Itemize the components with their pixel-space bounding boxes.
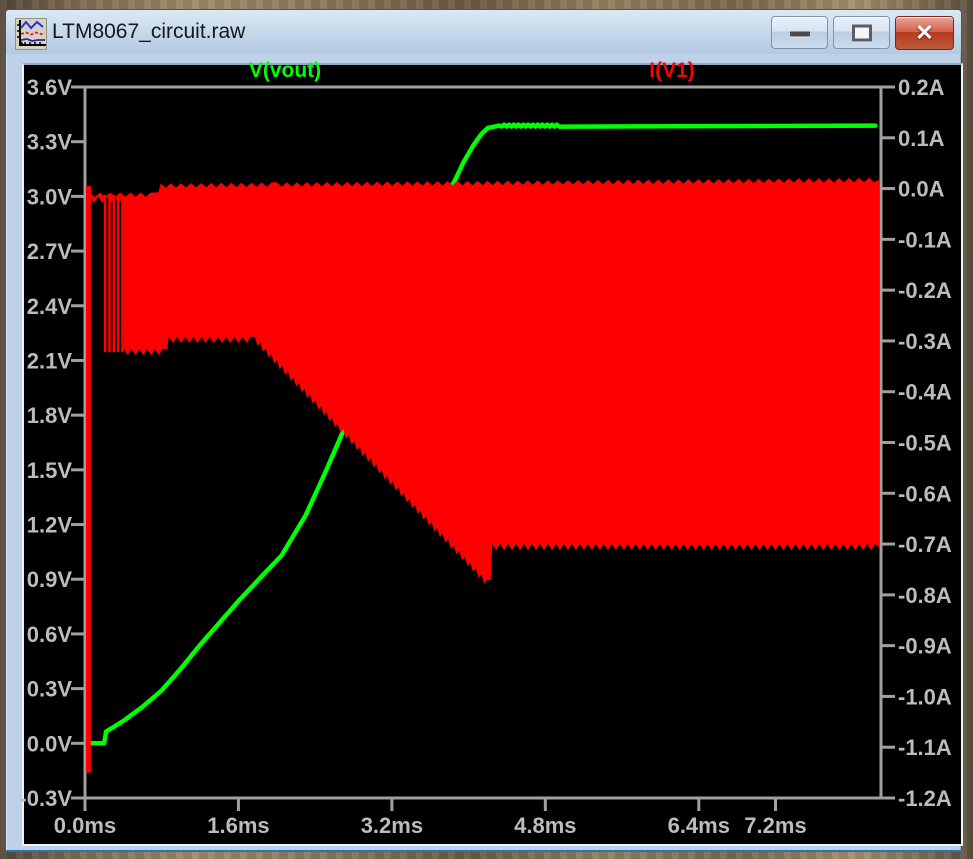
y-left-tick-label[interactable]: 2.7V	[27, 239, 73, 264]
y-right-tick-label[interactable]: -0.3A	[898, 329, 952, 354]
y-right-tick-label[interactable]: 0.1A	[898, 126, 945, 151]
y-left-tick-label[interactable]: 0.9V	[27, 567, 73, 592]
y-right-tick-label[interactable]: -0.9A	[898, 634, 952, 659]
title-bar[interactable]: LTM8067_circuit.raw ✕	[6, 10, 961, 54]
y-left-tick-label[interactable]: 1.2V	[27, 513, 73, 538]
y-left-tick-label[interactable]: 2.1V	[27, 348, 73, 373]
close-icon: ✕	[915, 20, 934, 45]
x-axis-tick-label[interactable]: 4.8ms	[514, 813, 576, 838]
desktop: LTM8067_circuit.raw ✕ V(vout) I(V1) 3.6V…	[0, 0, 973, 859]
y-right-tick-label[interactable]: 0.2A	[898, 75, 945, 100]
y-left-tick-label[interactable]: 3.3V	[27, 130, 73, 155]
maximize-button[interactable]	[833, 16, 890, 49]
y-left-tick-label[interactable]: -0.3V	[19, 786, 72, 811]
y-right-tick-label[interactable]: -1.1A	[898, 735, 952, 760]
y-right-tick-label[interactable]: -0.5A	[898, 431, 952, 456]
red-trace-startup-spike	[85, 186, 91, 773]
y-left-tick-label[interactable]: 1.8V	[27, 403, 73, 428]
x-axis-tick-label[interactable]: 7.2ms	[744, 813, 806, 838]
y-left-tick-label[interactable]: 1.5V	[27, 458, 73, 483]
x-axis-tick-label[interactable]: 3.2ms	[361, 813, 423, 838]
y-left-tick-label[interactable]: 3.0V	[27, 184, 73, 209]
x-axis-tick-label[interactable]: 0.0ms	[54, 813, 116, 838]
x-axis-tick-label[interactable]: 1.6ms	[207, 813, 269, 838]
y-right-tick-label[interactable]: -0.4A	[898, 380, 952, 405]
y-right-tick-label[interactable]: -1.0A	[898, 684, 952, 709]
y-right-tick-label[interactable]: -0.6A	[898, 481, 952, 506]
maximize-icon	[851, 24, 872, 41]
trace-label-vout[interactable]: V(vout)	[249, 59, 321, 83]
y-left-tick-label[interactable]: 0.6V	[27, 622, 73, 647]
minimize-button[interactable]	[771, 16, 828, 49]
y-left-tick-label[interactable]: 0.3V	[27, 677, 73, 702]
minimize-icon	[789, 31, 810, 37]
y-left-tick-label[interactable]: 3.6V	[27, 75, 73, 100]
y-right-tick-label[interactable]: 0.0A	[898, 177, 945, 202]
y-right-tick-label[interactable]: -0.8A	[898, 583, 952, 608]
window-title: LTM8067_circuit.raw	[52, 20, 246, 43]
y-right-tick-label[interactable]: -0.2A	[898, 278, 952, 303]
y-right-tick-label[interactable]: -0.1A	[898, 227, 952, 252]
y-left-tick-label[interactable]: 2.4V	[27, 294, 73, 319]
app-icon[interactable]	[15, 18, 47, 50]
y-right-tick-label[interactable]: -0.7A	[898, 532, 952, 557]
waveform-plot[interactable]: 3.6V 3.3V 3.0V 2.7V 2.4V 2.1V 1.8V 1.5V 1.2V 0.9V…	[18, 55, 955, 838]
trace-label-iv1[interactable]: I(V1)	[649, 59, 695, 83]
y-left-tick-label[interactable]: 0.0V	[27, 731, 73, 756]
red-trace-band	[89, 177, 880, 584]
y-right-tick-label[interactable]: -1.2A	[898, 786, 952, 811]
x-axis-tick-label[interactable]: 6.4ms	[668, 813, 730, 838]
close-button[interactable]: ✕	[895, 16, 954, 50]
